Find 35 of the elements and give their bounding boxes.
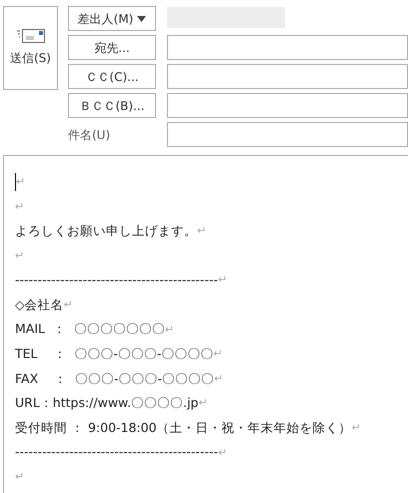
subject-label: 件名(U) [68, 126, 110, 144]
paragraph-mark: ↵ [64, 297, 73, 314]
paragraph-mark: ↵ [218, 444, 228, 461]
paragraph-mark: ↵ [218, 272, 228, 288]
address-button[interactable]: ＢＣＣ(B)... [68, 93, 156, 118]
body-text: MAIL ： 〇〇〇〇〇〇〇 [15, 320, 165, 338]
paragraph-mark: ↵ [15, 248, 24, 264]
body-text: よろしくお願い申し上げます。 [15, 222, 197, 240]
address-field[interactable] [167, 35, 408, 60]
body-text: --------------------------------------------- [15, 271, 218, 290]
caret-icon [137, 16, 146, 22]
paragraph-mark: ↵ [164, 322, 174, 338]
paragraph-mark: ↵ [16, 174, 26, 190]
body-text: ◇会社名 [15, 296, 64, 314]
subject-field[interactable] [167, 122, 408, 147]
paragraph-mark: ↵ [352, 420, 361, 436]
paragraph-mark: ↵ [15, 198, 24, 215]
body-text: --------------------------------------------- [15, 443, 218, 462]
address-field[interactable] [167, 93, 408, 118]
paragraph-mark: ↵ [214, 370, 224, 387]
body-text: 受付時間 ： 9:00-18:00（土・日・祝・年末年始を除く） [15, 418, 352, 437]
address-button[interactable]: 宛先... [68, 35, 156, 60]
address-field[interactable] [167, 64, 408, 89]
body-text: URL：https://www.〇〇〇〇.jp [15, 394, 198, 412]
body-text: FAX ： 〇〇〇-〇〇〇-〇〇〇〇 [15, 370, 214, 388]
send-button[interactable]: 送信(S) [3, 6, 58, 90]
paragraph-mark: ↵ [197, 223, 206, 240]
body-text: TEL ： 〇〇〇-〇〇〇-〇〇〇〇 [15, 345, 214, 364]
envelope-icon [16, 29, 44, 43]
address-button[interactable]: ＣＣ(C)... [68, 64, 156, 89]
message-body[interactable] [3, 155, 408, 493]
paragraph-mark: ↵ [198, 395, 208, 412]
paragraph-mark: ↵ [15, 469, 24, 486]
paragraph-mark: ↵ [213, 346, 223, 362]
sender-button[interactable]: 差出人(M) [68, 6, 156, 31]
